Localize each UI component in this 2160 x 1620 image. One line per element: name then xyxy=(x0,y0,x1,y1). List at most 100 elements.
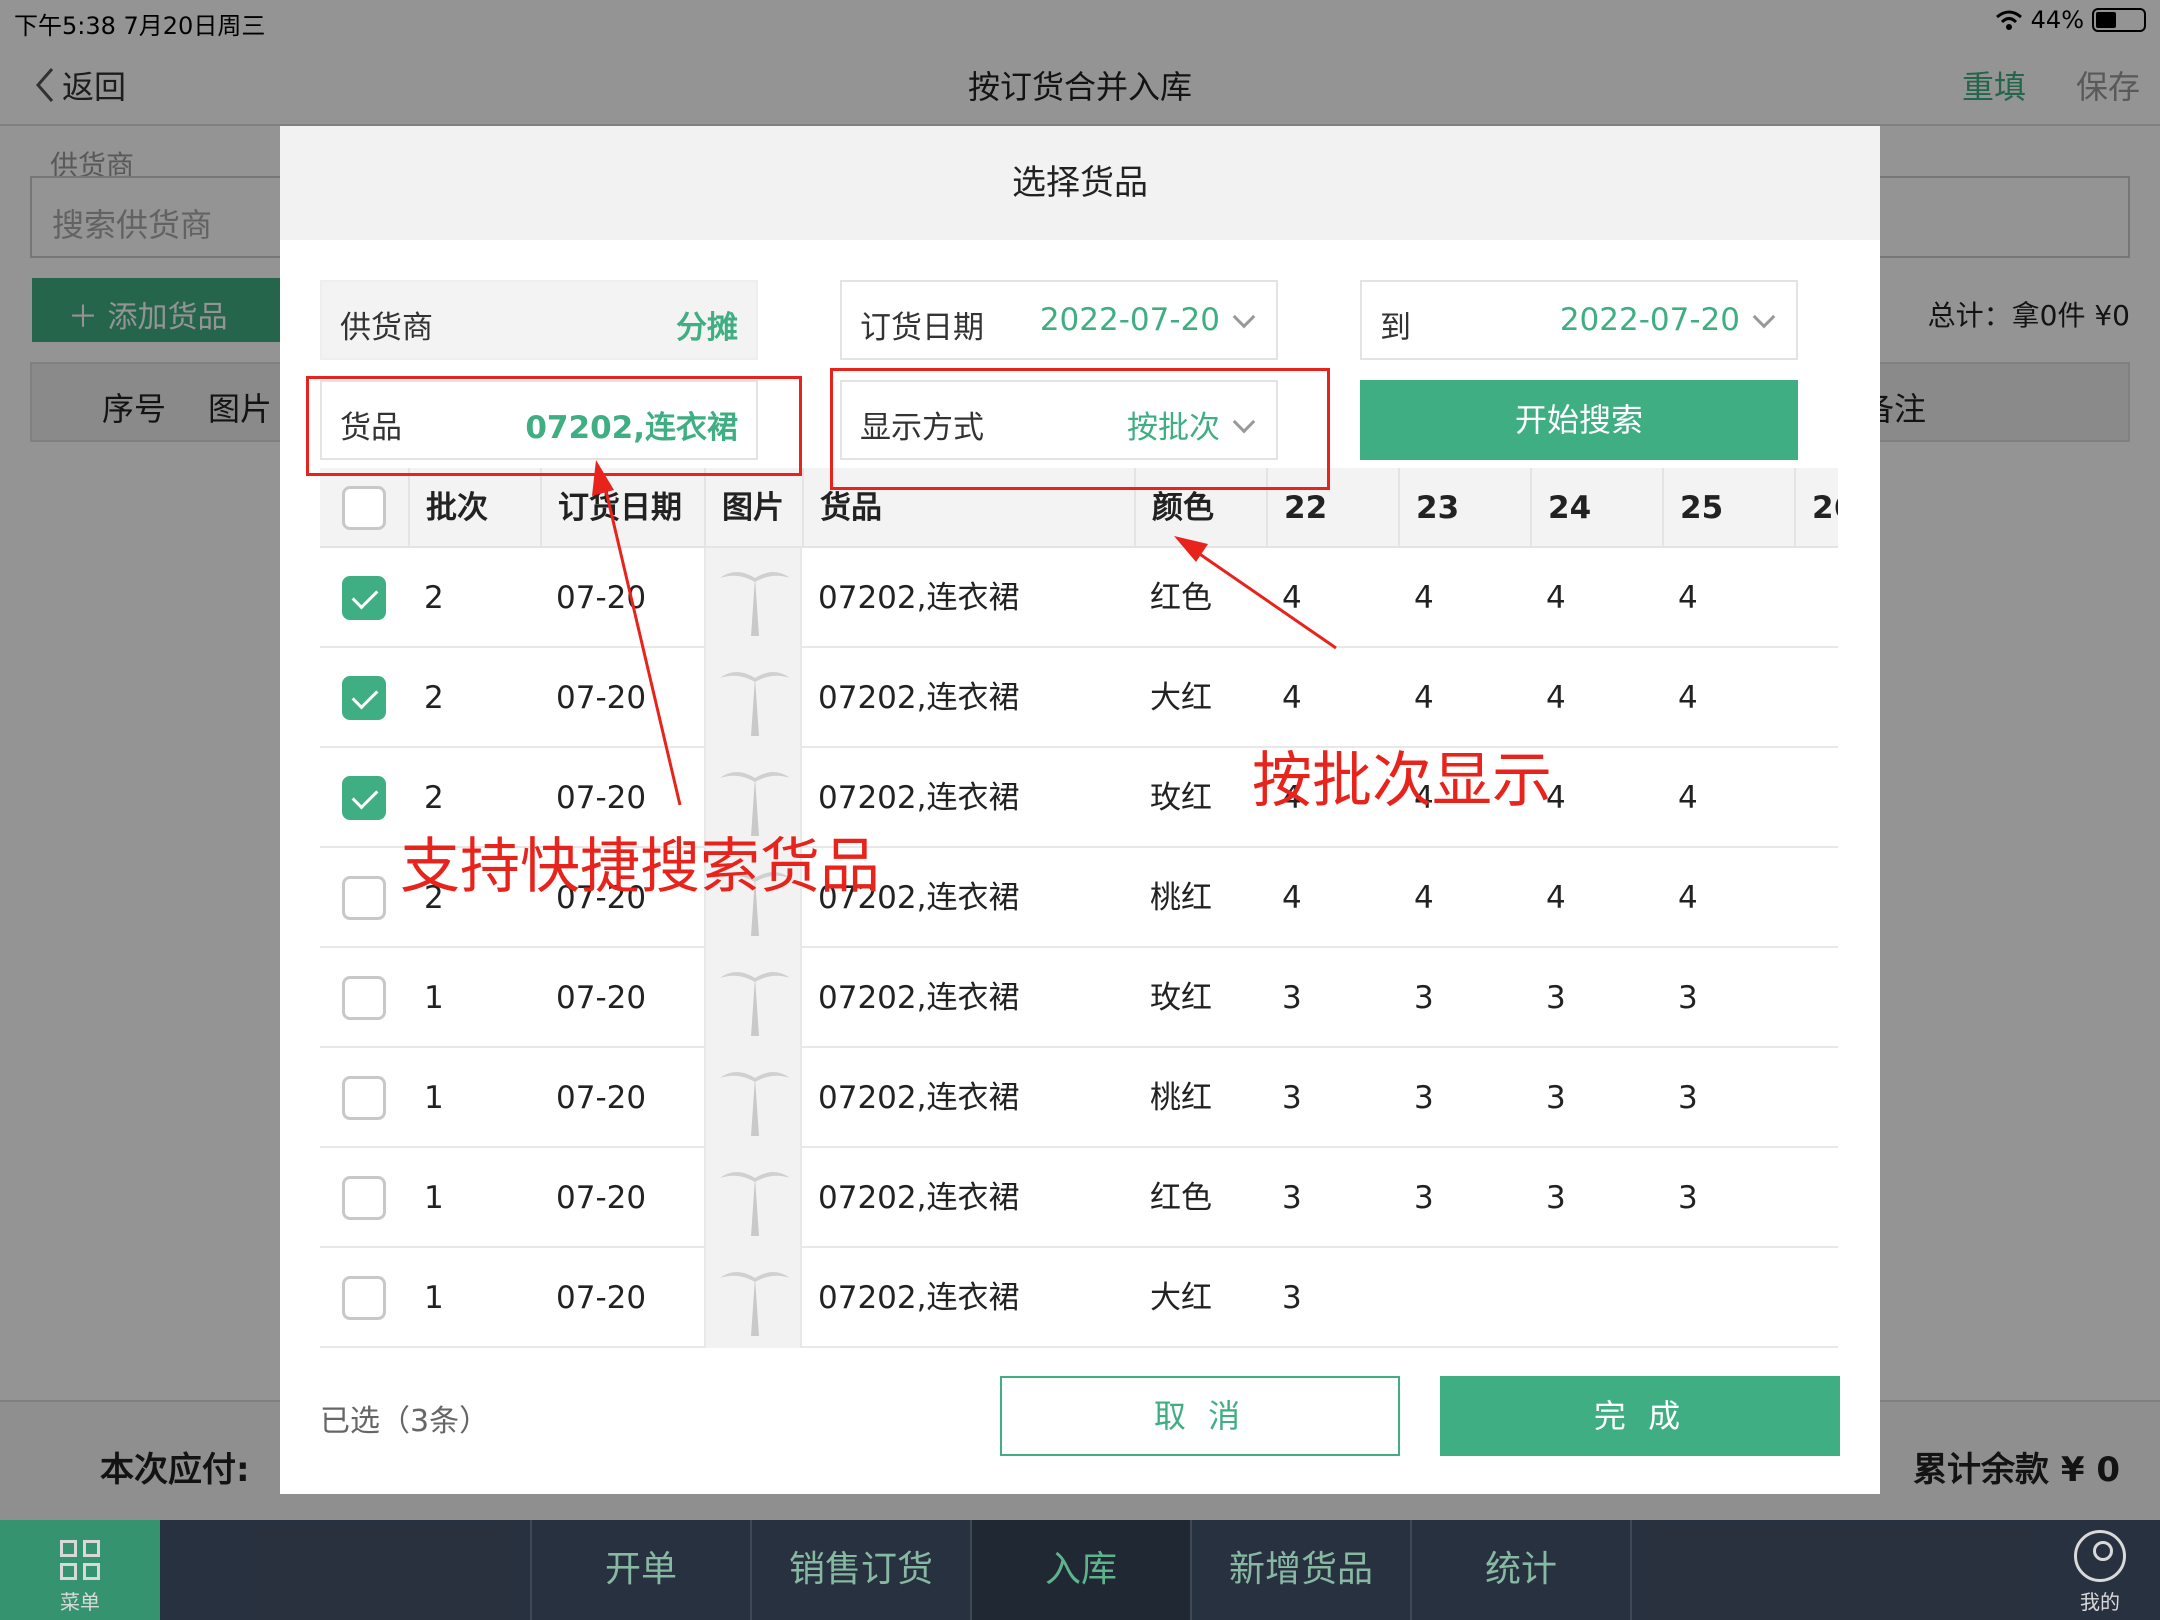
row-checkbox[interactable] xyxy=(342,1076,386,1120)
cell-batch: 2 xyxy=(424,580,444,616)
palm-tree-icon xyxy=(720,672,790,736)
col-image: 图片 xyxy=(704,468,802,548)
goods-thumbnail xyxy=(704,948,802,1048)
palm-tree-icon xyxy=(720,572,790,636)
row-checkbox[interactable] xyxy=(342,676,386,720)
cell-size-25: 4 xyxy=(1678,780,1698,816)
palm-tree-icon xyxy=(720,1072,790,1136)
cell-size-22: 3 xyxy=(1282,1180,1302,1216)
order-date-value: 2022-07-20 xyxy=(1039,302,1220,338)
cell-color: 大红 xyxy=(1150,1280,1212,1316)
col-order-date: 订货日期 xyxy=(540,468,704,548)
to-date-value-wrap: 2022-07-20 xyxy=(1560,302,1778,338)
supplier-field[interactable]: 供货商 分摊 xyxy=(320,280,758,360)
cell-size-23: 3 xyxy=(1414,980,1434,1016)
cell-size-24: 4 xyxy=(1546,580,1566,616)
cell-size-24: 4 xyxy=(1546,880,1566,916)
order-date-field[interactable]: 订货日期 2022-07-20 xyxy=(840,280,1278,360)
row-checkbox[interactable] xyxy=(342,1176,386,1220)
row-checkbox[interactable] xyxy=(342,776,386,820)
cell-color: 玫红 xyxy=(1150,780,1212,816)
modal-title: 选择货品 xyxy=(280,126,1880,240)
row-checkbox[interactable] xyxy=(342,976,386,1020)
table-row[interactable]: 1 07-20 07202,连衣裙 红色 3 3 3 3 xyxy=(320,1148,1838,1248)
cell-size-22: 4 xyxy=(1282,580,1302,616)
table-row[interactable]: 1 07-20 07202,连衣裙 大红 3 xyxy=(320,1248,1838,1348)
table-row[interactable]: 1 07-20 07202,连衣裙 桃红 3 3 3 3 xyxy=(320,1048,1838,1148)
cell-size-25: 4 xyxy=(1678,580,1698,616)
cell-batch: 1 xyxy=(424,1280,444,1316)
cell-size-25 xyxy=(1662,1248,1794,1348)
cell-size-22: 3 xyxy=(1282,1280,1302,1316)
selected-count: 已选（3条） xyxy=(320,1404,490,1439)
cell-size-22: 4 xyxy=(1282,880,1302,916)
cell-color: 大红 xyxy=(1150,680,1212,716)
cell-size-23: 4 xyxy=(1414,580,1434,616)
start-search-button[interactable]: 开始搜索 xyxy=(1360,380,1798,460)
cell-goods: 07202,连衣裙 xyxy=(818,680,1020,716)
goods-thumbnail xyxy=(704,1048,802,1148)
cell-size-22: 3 xyxy=(1282,980,1302,1016)
col-batch: 批次 xyxy=(408,468,540,548)
done-button[interactable]: 完 成 xyxy=(1440,1376,1840,1456)
supplier-field-label: 供货商 xyxy=(340,310,433,346)
cell-size-25: 4 xyxy=(1678,680,1698,716)
highlight-goods-search xyxy=(306,376,802,476)
cell-color: 红色 xyxy=(1150,580,1212,616)
cell-batch: 1 xyxy=(424,1080,444,1116)
palm-tree-icon xyxy=(720,1172,790,1236)
table-row[interactable]: 1 07-20 07202,连衣裙 玫红 3 3 3 3 xyxy=(320,948,1838,1048)
table-row[interactable]: 2 07-20 07202,连衣裙 红色 4 4 4 4 xyxy=(320,548,1838,648)
cell-size-22: 3 xyxy=(1282,1080,1302,1116)
cell-order-date: 07-20 xyxy=(556,680,647,716)
row-checkbox[interactable] xyxy=(342,876,386,920)
order-date-label: 订货日期 xyxy=(860,310,984,346)
cell-goods: 07202,连衣裙 xyxy=(818,580,1020,616)
cell-size-25: 3 xyxy=(1678,980,1698,1016)
cell-order-date: 07-20 xyxy=(556,580,647,616)
order-date-value-wrap: 2022-07-20 xyxy=(1040,302,1258,338)
col-size-26: 26 xyxy=(1794,468,1838,548)
select-all-checkbox[interactable] xyxy=(342,486,386,530)
cell-goods: 07202,连衣裙 xyxy=(818,1080,1020,1116)
goods-thumbnail xyxy=(704,1248,802,1348)
chevron-down-icon xyxy=(1232,305,1256,329)
cell-goods: 07202,连衣裙 xyxy=(818,980,1020,1016)
col-size-23: 23 xyxy=(1398,468,1530,548)
cell-size-25: 4 xyxy=(1678,880,1698,916)
cancel-button[interactable]: 取 消 xyxy=(1000,1376,1400,1456)
annotation-quick-search: 支持快捷搜索货品 xyxy=(400,832,880,902)
row-checkbox[interactable] xyxy=(342,576,386,620)
tabbar-overlay xyxy=(0,1520,2160,1620)
cell-goods: 07202,连衣裙 xyxy=(818,1180,1020,1216)
select-goods-modal: 选择货品 供货商 分摊 订货日期 2022-07-20 到 2022-07-20… xyxy=(280,126,1880,1494)
cell-order-date: 07-20 xyxy=(556,1080,647,1116)
table-row[interactable]: 2 07-20 07202,连衣裙 大红 4 4 4 4 xyxy=(320,648,1838,748)
row-checkbox[interactable] xyxy=(342,1276,386,1320)
cell-color: 玫红 xyxy=(1150,980,1212,1016)
palm-tree-icon xyxy=(720,972,790,1036)
goods-thumbnail xyxy=(704,1148,802,1248)
highlight-display-mode xyxy=(830,368,1330,490)
cell-size-23 xyxy=(1398,1248,1530,1348)
cell-color: 桃红 xyxy=(1150,1080,1212,1116)
cell-size-23: 3 xyxy=(1414,1080,1434,1116)
cell-batch: 1 xyxy=(424,980,444,1016)
to-date-label: 到 xyxy=(1380,310,1411,346)
col-size-25: 25 xyxy=(1662,468,1794,548)
goods-thumbnail xyxy=(704,648,802,748)
cell-size-25: 3 xyxy=(1678,1180,1698,1216)
cell-size-24: 3 xyxy=(1546,1080,1566,1116)
cell-order-date: 07-20 xyxy=(556,1180,647,1216)
cell-batch: 2 xyxy=(424,680,444,716)
cell-size-24: 3 xyxy=(1546,1180,1566,1216)
cell-order-date: 07-20 xyxy=(556,980,647,1016)
cell-order-date: 07-20 xyxy=(556,1280,647,1316)
cell-size-24: 3 xyxy=(1546,980,1566,1016)
cell-color: 红色 xyxy=(1150,1180,1212,1216)
to-date-field[interactable]: 到 2022-07-20 xyxy=(1360,280,1798,360)
cell-goods: 07202,连衣裙 xyxy=(818,1280,1020,1316)
cell-batch: 1 xyxy=(424,1180,444,1216)
goods-thumbnail xyxy=(704,548,802,648)
col-size-24: 24 xyxy=(1530,468,1662,548)
